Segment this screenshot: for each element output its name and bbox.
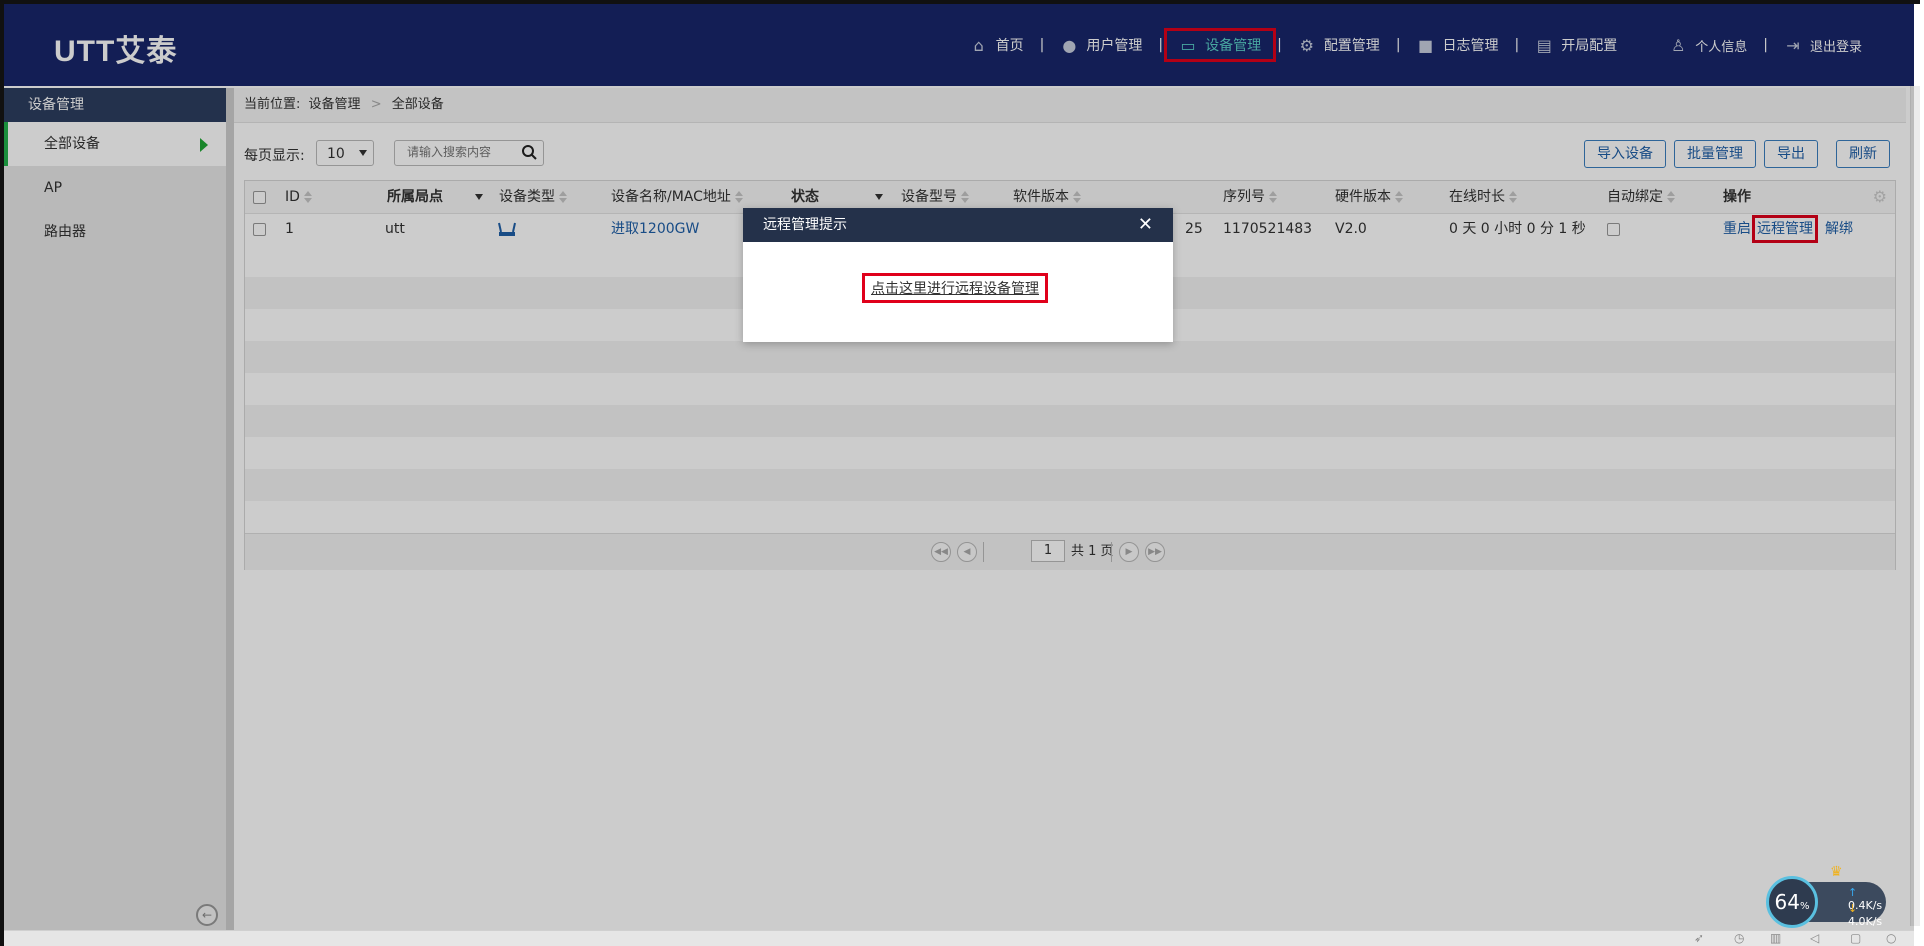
dialog-header: 远程管理提示 ✕	[743, 208, 1173, 242]
arrow-down-icon: ↓	[1848, 902, 1858, 915]
vip-crown-icon: ♛	[1830, 864, 1843, 880]
download-speed: ↓ 4.0K/s	[1848, 902, 1886, 928]
bottom-status-bar: ➶ ◷ ▥ ◁ ▢ ○	[4, 930, 1914, 946]
close-icon[interactable]: ✕	[1138, 208, 1153, 242]
clock-icon[interactable]: ◷	[1734, 931, 1744, 945]
modal-overlay	[4, 4, 1914, 946]
speed-percent: 64	[1774, 890, 1800, 914]
speed-percent-gauge: 64%	[1766, 876, 1818, 928]
dialog-title: 远程管理提示	[763, 217, 847, 233]
speed-percent-unit: %	[1799, 901, 1810, 912]
search-small-icon[interactable]: ○	[1886, 931, 1896, 945]
window-icon[interactable]: ▢	[1850, 931, 1861, 945]
browser-frame: UTT艾泰 ⌂ 首页 | ● 用户管理 | ▭ 设备管理 | ⚙ 配置管理 |	[0, 0, 1920, 946]
remote-manage-dialog: 远程管理提示 ✕ 点击这里进行远程设备管理	[743, 208, 1173, 342]
network-speed-widget[interactable]: ↑ 0.4K/s ↓ 4.0K/s 64% ♛	[1766, 864, 1886, 928]
rocket-icon[interactable]: ➶	[1694, 931, 1704, 945]
speaker-icon[interactable]: ◁	[1810, 931, 1819, 945]
trash-icon[interactable]: ▥	[1770, 931, 1781, 945]
arrow-up-icon: ↑	[1848, 886, 1858, 899]
download-speed-value: 4.0K/s	[1848, 915, 1883, 928]
remote-manage-dialog-link[interactable]: 点击这里进行远程设备管理	[862, 273, 1048, 303]
